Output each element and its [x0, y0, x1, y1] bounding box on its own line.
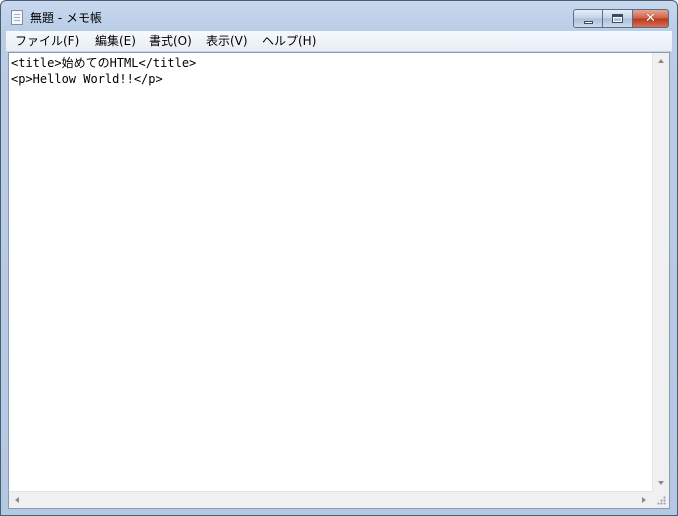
scroll-right-icon[interactable]	[642, 497, 646, 503]
menu-help[interactable]: ヘルプ(H)	[262, 33, 316, 49]
menu-view[interactable]: 表示(V)	[206, 33, 248, 49]
vertical-scrollbar[interactable]	[652, 53, 669, 491]
maximize-icon	[612, 14, 623, 23]
menu-bar: ファイル(F) 編集(E) 書式(O) 表示(V) ヘルプ(H)	[6, 31, 672, 52]
maximize-button[interactable]	[603, 9, 633, 28]
menu-format[interactable]: 書式(O)	[149, 33, 192, 49]
editor-text-area[interactable]: <title>始めてのHTML</title> <p>Hellow World!!…	[11, 55, 651, 490]
menu-edit[interactable]: 編集(E)	[95, 33, 136, 49]
notepad-window: 無題 - メモ帳 ✕ ファイル(F) 編集(E) 書式(O) 表示(V) ヘルプ…	[0, 0, 678, 516]
size-grip[interactable]	[652, 491, 669, 508]
close-button[interactable]: ✕	[633, 9, 669, 28]
menu-file[interactable]: ファイル(F)	[15, 33, 79, 49]
window-title: 無題 - メモ帳	[30, 11, 102, 25]
editor-line: <title>始めてのHTML</title>	[11, 56, 197, 70]
close-icon: ✕	[645, 11, 656, 26]
minimize-icon	[584, 21, 593, 24]
minimize-button[interactable]	[573, 9, 603, 28]
notepad-icon[interactable]	[11, 10, 23, 25]
scroll-up-icon[interactable]	[658, 59, 664, 63]
title-bar[interactable]: 無題 - メモ帳 ✕	[1, 1, 677, 31]
horizontal-scrollbar[interactable]	[9, 491, 652, 508]
scroll-down-icon[interactable]	[658, 481, 664, 485]
scroll-left-icon[interactable]	[15, 497, 19, 503]
editor-line: <p>Hellow World!!</p>	[11, 72, 163, 86]
resize-grip-icon	[657, 496, 666, 505]
text-editor[interactable]: <title>始めてのHTML</title> <p>Hellow World!!…	[8, 52, 670, 509]
